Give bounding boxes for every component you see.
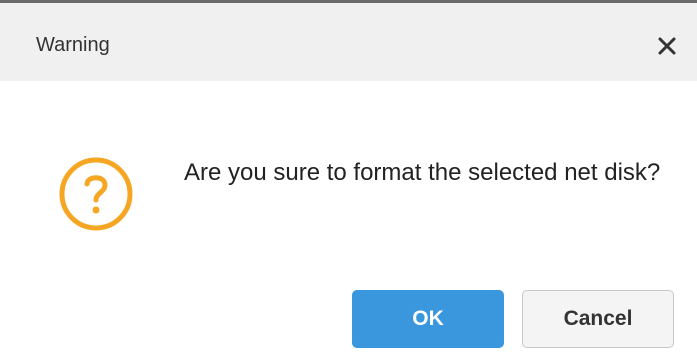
- dialog-message: Are you sure to format the selected net …: [184, 159, 661, 186]
- cancel-button[interactable]: Cancel: [522, 290, 674, 348]
- ok-button[interactable]: OK: [352, 290, 504, 348]
- dialog-titlebar: Warning: [0, 3, 697, 81]
- cancel-button-label: Cancel: [563, 307, 633, 330]
- warning-dialog: Warning Are you sure to format the selec…: [0, 0, 697, 362]
- close-button[interactable]: [652, 31, 682, 61]
- dialog-title: Warning: [36, 34, 110, 56]
- close-icon: [658, 37, 676, 55]
- question-circle-icon: [57, 155, 135, 233]
- ok-button-label: OK: [412, 307, 444, 330]
